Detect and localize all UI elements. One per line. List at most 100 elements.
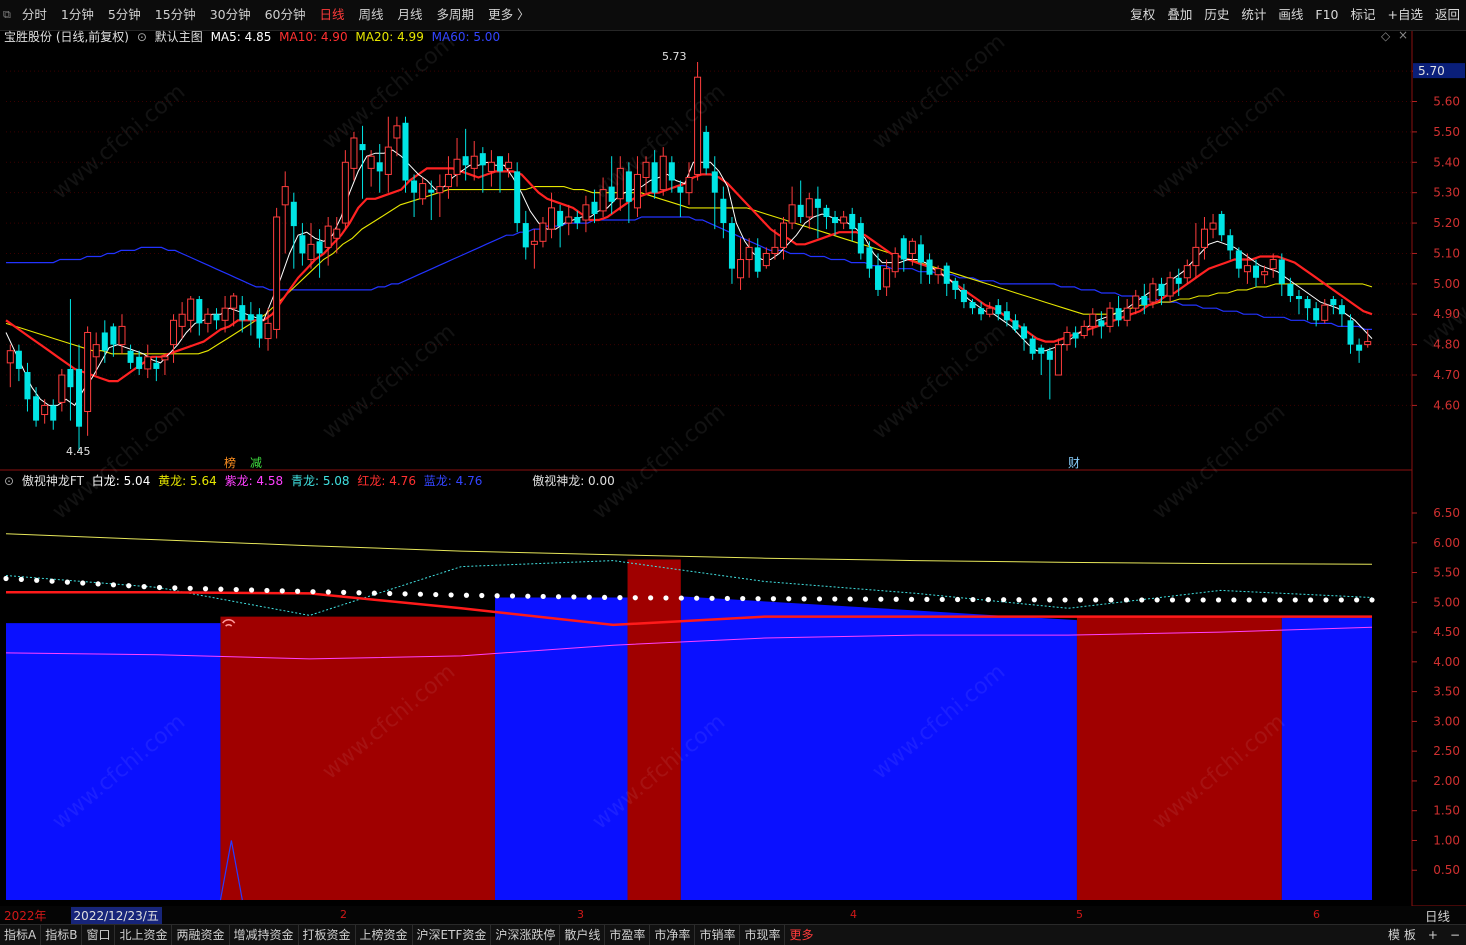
candle-body-up (1321, 304, 1329, 321)
candle-body-up (341, 161, 349, 224)
sub-tick-label: 2.50 (1433, 744, 1460, 758)
tab-window[interactable]: 窗口 (82, 925, 116, 945)
white-dragon-dot (571, 594, 577, 600)
tab-holding-change[interactable]: 增减持资金 (230, 925, 299, 945)
candle-body-up (333, 228, 341, 239)
sub-chart-title: ⊙ 傲视神龙FT 白龙: 5.04 黄龙: 5.64 紫龙: 4.58 青龙: … (4, 472, 619, 489)
close-icon[interactable]: × (1398, 28, 1408, 42)
template-icon[interactable]: ⊙ (137, 30, 147, 44)
white-dragon-dot (878, 596, 884, 602)
candle-body-down (952, 280, 959, 290)
candle-body-up (84, 331, 92, 412)
period-tab[interactable]: 60分钟 (258, 0, 313, 30)
tab-pcf[interactable]: 市现率 (740, 925, 786, 945)
template-name[interactable]: 默认主图 (155, 30, 203, 44)
marker-jian[interactable]: 减 (250, 456, 262, 470)
template-button[interactable]: 模 板 (1382, 925, 1422, 945)
tab-list-funds[interactable]: 上榜资金 (356, 925, 413, 945)
f10-button[interactable]: F10 (1309, 0, 1344, 30)
tab-northbound[interactable]: 北上资金 (115, 925, 173, 945)
tab-limit-stats[interactable]: 沪深涨跌停 (491, 925, 561, 945)
tab-indicator-b[interactable]: 指标B (41, 925, 83, 945)
candle-body-up (1243, 265, 1251, 273)
diamond-icon[interactable]: ◇ (1381, 29, 1390, 43)
tab-etf-funds[interactable]: 沪深ETF资金 (413, 925, 492, 945)
tab-margin[interactable]: 两融资金 (172, 925, 230, 945)
candle-body-down (720, 198, 727, 224)
white-dragon-dot (678, 595, 684, 601)
white-dragon-dot (387, 590, 393, 597)
period-tab[interactable]: 月线 (391, 0, 430, 30)
ma60-value: MA60: 5.00 (431, 30, 501, 44)
candle-body-up (840, 216, 848, 224)
white-dragon-dot (617, 594, 623, 601)
watermark-text: www.cfchi.com (1148, 79, 1290, 204)
blue-dragon-region (680, 596, 1077, 900)
white-dragon-dot (341, 589, 347, 595)
draw-button[interactable]: 画线 (1272, 0, 1309, 30)
stats-button[interactable]: 统计 (1235, 0, 1272, 30)
period-tab[interactable]: 15分钟 (148, 0, 203, 30)
sub-tick-label: 1.00 (1433, 833, 1460, 847)
price-tick-label: 5.30 (1433, 186, 1460, 200)
period-label[interactable]: 日线 (1425, 906, 1450, 925)
cyan-dragon-value: 青龙: 5.08 (290, 474, 350, 488)
zoom-out-button[interactable]: − (1444, 925, 1466, 945)
white-dragon-dot (601, 594, 608, 601)
candle-body-up (1209, 222, 1217, 230)
more-periods-button[interactable]: 更多 〉 (481, 0, 536, 30)
period-tab[interactable]: 分时 (15, 0, 54, 30)
period-tab[interactable]: 30分钟 (203, 0, 258, 30)
white-dragon-dot (417, 591, 424, 597)
candle-body-up (1192, 246, 1200, 267)
toolbar-right: 复权 叠加 历史 统计 画线 F10 标记 +自选 返回 (1124, 0, 1466, 30)
back-button[interactable]: 返回 (1429, 0, 1466, 30)
sub-tick-label: 4.00 (1433, 655, 1460, 669)
period-tab[interactable]: 周线 (352, 0, 391, 30)
tab-pe[interactable]: 市盈率 (605, 925, 651, 945)
white-dragon-dot (356, 590, 362, 596)
candle-body-down (651, 162, 658, 193)
fuquan-button[interactable]: 复权 (1124, 0, 1161, 30)
candle-body-up (762, 252, 770, 267)
window-corner-icon[interactable]: ⧉ (0, 8, 15, 22)
period-tab[interactable]: 1分钟 (54, 0, 101, 30)
white-dragon-dot (310, 589, 316, 595)
tab-retail-line[interactable]: 散户线 (560, 925, 606, 945)
mark-button[interactable]: 标记 (1344, 0, 1381, 30)
candle-body-down (1029, 338, 1036, 354)
add-watchlist-button[interactable]: +自选 (1382, 0, 1429, 30)
tab-ps[interactable]: 市销率 (695, 925, 741, 945)
tab-limit-up-funds[interactable]: 打板资金 (299, 925, 356, 945)
candle-body-down (995, 305, 1002, 315)
tab-more[interactable]: 更多 (785, 925, 817, 945)
white-dragon-dot (1215, 597, 1222, 603)
indicator-menu-icon[interactable]: ⊙ (4, 474, 14, 488)
watermark-text: www.cfchi.com (318, 319, 460, 444)
indicator-name[interactable]: 傲视神龙FT (22, 474, 84, 488)
candle-body-up (1063, 331, 1071, 346)
marker-bang[interactable]: 榜 (224, 455, 236, 470)
white-dragon-dot (1246, 597, 1252, 603)
cursor-date: 2022/12/23/五 (70, 906, 162, 924)
tab-pb[interactable]: 市净率 (650, 925, 696, 945)
price-tick-label: 5.40 (1433, 155, 1460, 169)
zoom-in-button[interactable]: + (1422, 925, 1444, 945)
price-tick-label: 5.60 (1433, 95, 1460, 109)
candle-body-down (1218, 213, 1225, 236)
overlay-button[interactable]: 叠加 (1161, 0, 1198, 30)
candle-body-down (978, 308, 985, 315)
sub-tick-label: 2.00 (1433, 774, 1460, 788)
period-tab-active[interactable]: 日线 (313, 0, 352, 30)
history-button[interactable]: 历史 (1198, 0, 1235, 30)
period-tab[interactable]: 5分钟 (101, 0, 148, 30)
marker-cai[interactable]: 财 (1068, 456, 1080, 470)
period-tab[interactable]: 多周期 (430, 0, 482, 30)
white-dragon-dot (402, 591, 408, 597)
candle-body-up (161, 356, 169, 361)
candle-body-down (496, 156, 504, 172)
tab-indicator-a[interactable]: 指标A (0, 925, 42, 945)
candle-body-down (866, 247, 873, 269)
stock-name[interactable]: 宝胜股份 (日线,前复权) (4, 30, 129, 44)
candle-body-up (221, 307, 229, 321)
